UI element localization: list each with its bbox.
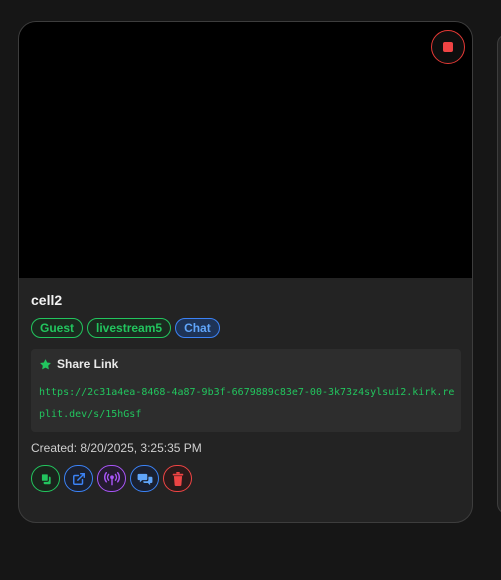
share-link-url[interactable]: https://2c31a4ea-8468-4a87-9b3f-6679889c… bbox=[39, 382, 455, 426]
external-link-icon bbox=[72, 472, 85, 485]
trash-icon bbox=[172, 471, 183, 486]
action-bar bbox=[31, 465, 192, 492]
video-preview bbox=[19, 22, 472, 278]
broadcast-icon bbox=[103, 471, 120, 485]
chat-icon bbox=[137, 473, 152, 485]
tag-list: Guest livestream5 Chat bbox=[31, 318, 220, 338]
share-link-label: Share Link bbox=[57, 357, 119, 371]
tag-guest: Guest bbox=[31, 318, 84, 338]
broadcast-button[interactable] bbox=[97, 465, 126, 492]
adjacent-stream-card bbox=[497, 34, 501, 514]
copy-link-button[interactable] bbox=[31, 465, 60, 492]
star-icon bbox=[40, 358, 51, 369]
tag-livestream: livestream5 bbox=[87, 318, 172, 338]
open-link-button[interactable] bbox=[64, 465, 93, 492]
share-link-header: Share Link bbox=[39, 357, 118, 371]
stop-icon bbox=[443, 42, 453, 52]
share-link-panel: Share Link https://2c31a4ea-8468-4a87-9b… bbox=[31, 349, 461, 432]
copy-icon bbox=[40, 472, 51, 484]
stream-title: cell2 bbox=[31, 292, 63, 308]
chat-button[interactable] bbox=[130, 465, 159, 492]
created-timestamp: Created: 8/20/2025, 3:25:35 PM bbox=[31, 441, 202, 455]
stop-stream-button[interactable] bbox=[431, 30, 465, 64]
stream-card: cell2 Guest livestream5 Chat Share Link … bbox=[18, 21, 473, 523]
tag-chat: Chat bbox=[175, 318, 220, 338]
delete-button[interactable] bbox=[163, 465, 192, 492]
